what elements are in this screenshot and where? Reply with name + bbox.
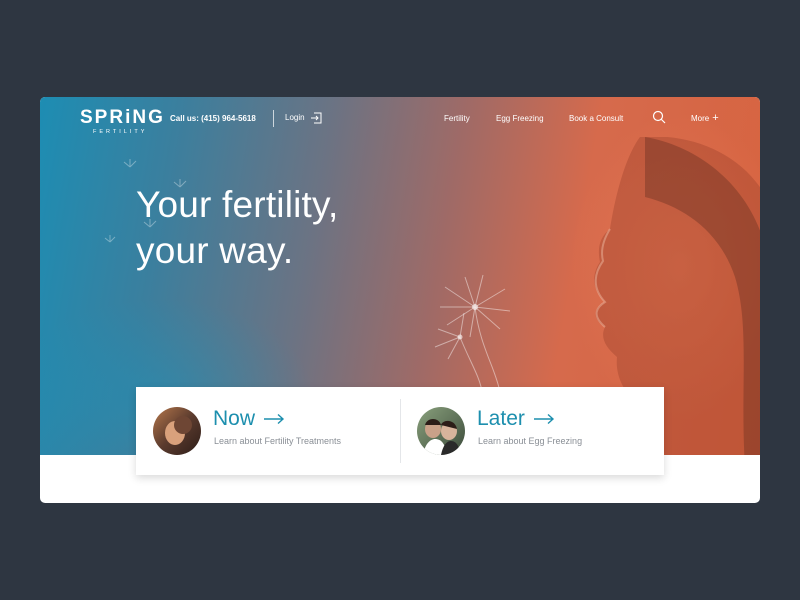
logo-tagline: FERTILITY	[93, 129, 148, 135]
arrow-right-icon	[264, 413, 285, 425]
option-now-title: Now	[213, 407, 256, 430]
option-now-avatar	[153, 407, 201, 455]
nav-item-egg-freezing[interactable]: Egg Freezing	[496, 114, 544, 123]
dandelion-decoration	[434, 274, 511, 393]
more-menu-button[interactable]: More +	[691, 112, 719, 124]
hero-headline: Your fertility, your way.	[136, 182, 338, 274]
search-icon[interactable]	[652, 110, 666, 124]
more-label: More	[691, 113, 710, 123]
option-now-description: Learn about Fertility Treatments	[214, 436, 342, 446]
journey-options-panel: Now Learn about Fertility Treatments Lat…	[136, 387, 664, 475]
option-now-title-row: Now	[213, 407, 285, 431]
arrow-right-icon	[533, 413, 554, 425]
option-now[interactable]: Now Learn about Fertility Treatments	[136, 387, 400, 475]
option-later-title: Later	[477, 407, 525, 430]
option-later[interactable]: Later Learn about Egg Freezing	[400, 387, 664, 475]
header-divider	[273, 110, 274, 127]
spring-logo[interactable]: SPRiNG FERTILITY	[80, 107, 165, 136]
option-later-title-row: Later	[477, 407, 555, 431]
nav-item-fertility[interactable]: Fertility	[444, 114, 470, 123]
login-label: Login	[285, 113, 305, 122]
nav-item-book-consult[interactable]: Book a Consult	[569, 114, 623, 123]
option-later-description: Learn about Egg Freezing	[478, 436, 583, 446]
login-icon	[310, 112, 322, 124]
option-later-avatar	[417, 407, 465, 455]
plus-icon: +	[712, 112, 719, 124]
headline-line-1: Your fertility,	[136, 184, 339, 225]
phone-link[interactable]: Call us: (415) 964-5618	[170, 114, 256, 123]
headline-line-2: your way.	[136, 230, 294, 271]
logo-wordmark: SPRiNG	[80, 107, 165, 128]
site-preview-card: SPRiNG FERTILITY Call us: (415) 964-5618…	[40, 97, 760, 503]
login-link[interactable]: Login	[285, 111, 322, 125]
